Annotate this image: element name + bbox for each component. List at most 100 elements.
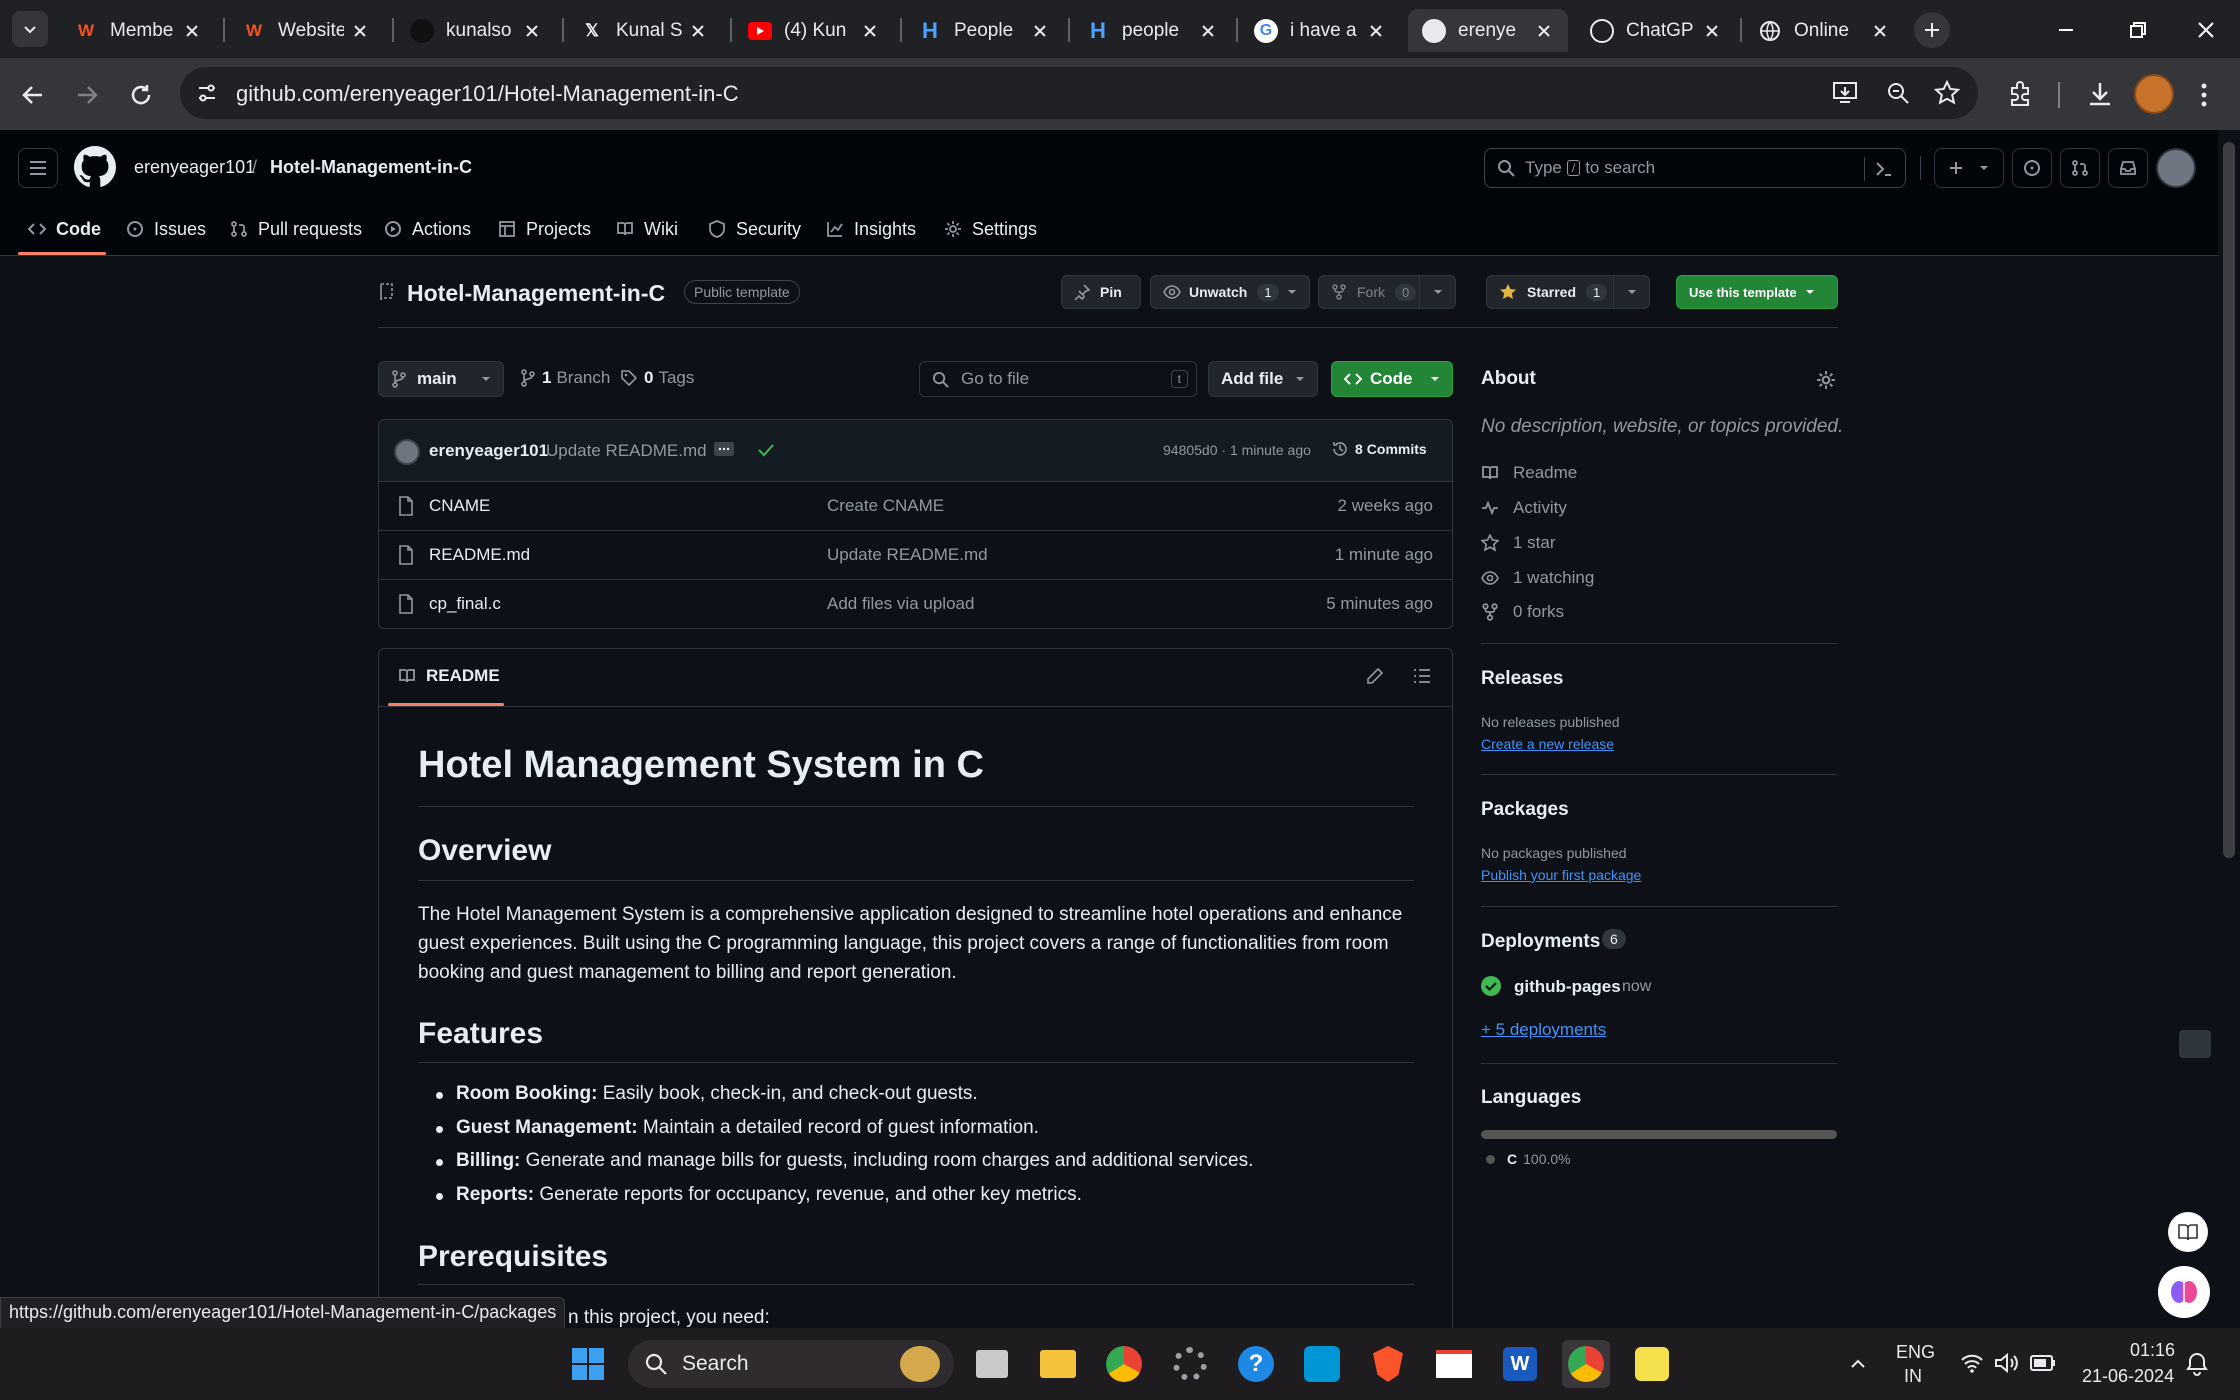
close-icon[interactable] bbox=[350, 21, 370, 41]
notes-app-icon[interactable] bbox=[1628, 1340, 1676, 1388]
file-commit-message[interactable]: Update README.md bbox=[827, 545, 988, 565]
wifi-icon[interactable] bbox=[1960, 1352, 1984, 1374]
chevron-up-icon[interactable] bbox=[1848, 1354, 1868, 1374]
tab-projects[interactable]: Projects bbox=[498, 214, 591, 244]
releases-heading[interactable]: Releases bbox=[1481, 668, 1563, 690]
readme-tab[interactable]: README bbox=[398, 666, 500, 686]
inbox-button[interactable] bbox=[2108, 148, 2148, 188]
tab-search-button[interactable] bbox=[12, 11, 48, 47]
tab-issues[interactable]: Issues bbox=[126, 214, 206, 244]
browser-tab[interactable]: W Website bbox=[228, 9, 384, 52]
tab-pull-requests[interactable]: Pull requests bbox=[230, 214, 362, 244]
file-commit-message[interactable]: Add files via upload bbox=[827, 594, 974, 614]
commits-link[interactable]: 8 Commits bbox=[1331, 440, 1427, 458]
settings-icon[interactable] bbox=[1166, 1340, 1214, 1388]
close-icon[interactable] bbox=[1198, 21, 1218, 41]
tab-code[interactable]: Code bbox=[28, 214, 101, 244]
language-indicator-bottom[interactable]: IN bbox=[1904, 1366, 1922, 1387]
starred-button[interactable]: Starred 1 bbox=[1486, 275, 1650, 309]
start-button[interactable] bbox=[564, 1340, 612, 1388]
branches-link[interactable]: 1 Branch bbox=[520, 368, 610, 388]
pencil-icon[interactable] bbox=[1366, 667, 1384, 685]
chrome-icon[interactable] bbox=[1100, 1340, 1148, 1388]
download-icon[interactable] bbox=[2086, 80, 2114, 108]
back-icon[interactable] bbox=[20, 82, 46, 108]
repo-name-link[interactable]: Hotel-Management-in-C bbox=[270, 157, 472, 178]
sidebar-item-activity[interactable]: Activity bbox=[1481, 495, 1567, 521]
chrome-active-icon[interactable] bbox=[1562, 1340, 1610, 1388]
brave-icon[interactable] bbox=[1364, 1340, 1412, 1388]
clock-date[interactable]: 21-06-2024 bbox=[2082, 1366, 2174, 1387]
sidebar-item-forks[interactable]: 0 forks bbox=[1481, 599, 1564, 625]
file-name[interactable]: CNAME bbox=[429, 496, 490, 516]
close-window-icon[interactable] bbox=[2196, 20, 2216, 40]
browser-tab[interactable]: 𝕏 Kunal S bbox=[566, 9, 722, 52]
use-template-button[interactable]: Use this template bbox=[1676, 275, 1838, 309]
tab-security[interactable]: Security bbox=[708, 214, 801, 244]
help-icon[interactable]: ? bbox=[1232, 1340, 1280, 1388]
browser-tab[interactable]: ChatGP bbox=[1576, 9, 1736, 52]
github-logo-icon[interactable] bbox=[74, 146, 116, 188]
commit-author[interactable]: erenyeager101 bbox=[429, 441, 548, 461]
commit-author-avatar[interactable] bbox=[394, 439, 420, 465]
create-release-link[interactable]: Create a new release bbox=[1481, 736, 1614, 752]
command-palette-icon[interactable] bbox=[1875, 161, 1893, 177]
commit-message[interactable]: Update README.md bbox=[546, 441, 707, 461]
gear-icon[interactable] bbox=[1816, 370, 1836, 390]
bookmark-star-icon[interactable] bbox=[1934, 80, 1960, 106]
tags-link[interactable]: 0 Tags bbox=[620, 368, 694, 388]
minimize-icon[interactable] bbox=[2056, 20, 2076, 40]
browser-menu-icon[interactable] bbox=[2196, 82, 2212, 108]
task-view-icon[interactable] bbox=[968, 1340, 1016, 1388]
hamburger-button[interactable] bbox=[18, 148, 58, 188]
add-file-button[interactable]: Add file bbox=[1208, 361, 1318, 397]
sidebar-item-watching[interactable]: 1 watching bbox=[1481, 565, 1594, 591]
repo-title[interactable]: Hotel-Management-in-C bbox=[407, 280, 665, 307]
commit-hash-time[interactable]: 94805d0 · 1 minute ago bbox=[1163, 442, 1311, 458]
reader-mode-button[interactable] bbox=[2168, 1212, 2208, 1252]
create-new-button[interactable] bbox=[1934, 148, 2004, 188]
battery-icon[interactable] bbox=[2030, 1354, 2056, 1372]
myhp-icon[interactable] bbox=[1298, 1340, 1346, 1388]
user-avatar[interactable] bbox=[2156, 148, 2196, 188]
language-indicator-top[interactable]: ENG bbox=[1896, 1342, 1935, 1363]
publish-package-link[interactable]: Publish your first package bbox=[1481, 867, 1641, 883]
extensions-icon[interactable] bbox=[2006, 80, 2034, 108]
repo-owner-link[interactable]: erenyeager101 bbox=[134, 157, 255, 178]
reload-icon[interactable] bbox=[128, 82, 154, 108]
language-legend-item[interactable]: C 100.0% bbox=[1486, 1151, 1571, 1167]
zoom-icon[interactable] bbox=[1886, 81, 1910, 105]
sidebar-item-readme[interactable]: Readme bbox=[1481, 460, 1577, 486]
close-icon[interactable] bbox=[1870, 21, 1890, 41]
pin-button[interactable]: Pin bbox=[1061, 275, 1141, 309]
install-app-icon[interactable] bbox=[1832, 81, 1858, 105]
file-name[interactable]: cp_final.c bbox=[429, 594, 501, 614]
sidebar-item-stars[interactable]: 1 star bbox=[1481, 530, 1556, 556]
file-explorer-icon[interactable] bbox=[1034, 1340, 1082, 1388]
tab-wiki[interactable]: Wiki bbox=[616, 214, 678, 244]
more-deployments-link[interactable]: + 5 deployments bbox=[1481, 1020, 1606, 1040]
browser-tab[interactable]: kunalso bbox=[396, 9, 556, 52]
deployments-heading[interactable]: Deployments bbox=[1481, 931, 1600, 953]
file-commit-message[interactable]: Create CNAME bbox=[827, 496, 944, 516]
gmail-icon[interactable] bbox=[1430, 1340, 1478, 1388]
omnibox[interactable]: github.com/erenyeager101/Hotel-Managemen… bbox=[180, 67, 1978, 119]
table-row[interactable]: README.md Update README.md 1 minute ago bbox=[378, 530, 1453, 579]
scrollbar[interactable] bbox=[2218, 130, 2240, 1328]
floating-widget[interactable] bbox=[2179, 1030, 2211, 1058]
commit-expand-button[interactable] bbox=[714, 442, 734, 456]
taskbar-search[interactable]: Search bbox=[628, 1340, 954, 1388]
restore-icon[interactable] bbox=[2128, 20, 2148, 40]
deployment-name[interactable]: github-pages bbox=[1514, 977, 1621, 997]
tab-actions[interactable]: Actions bbox=[384, 214, 471, 244]
profile-avatar[interactable] bbox=[2134, 74, 2174, 114]
volume-icon[interactable] bbox=[1994, 1352, 2020, 1374]
clock-time[interactable]: 01:16 bbox=[2130, 1340, 2175, 1361]
close-icon[interactable] bbox=[688, 21, 708, 41]
table-row[interactable]: cp_final.c Add files via upload 5 minute… bbox=[378, 579, 1453, 628]
close-icon[interactable] bbox=[522, 21, 542, 41]
new-tab-button[interactable] bbox=[1914, 12, 1950, 48]
table-row[interactable]: CNAME Create CNAME 2 weeks ago bbox=[378, 481, 1453, 530]
site-info-icon[interactable] bbox=[196, 82, 218, 104]
browser-tab[interactable]: H People bbox=[904, 9, 1064, 52]
